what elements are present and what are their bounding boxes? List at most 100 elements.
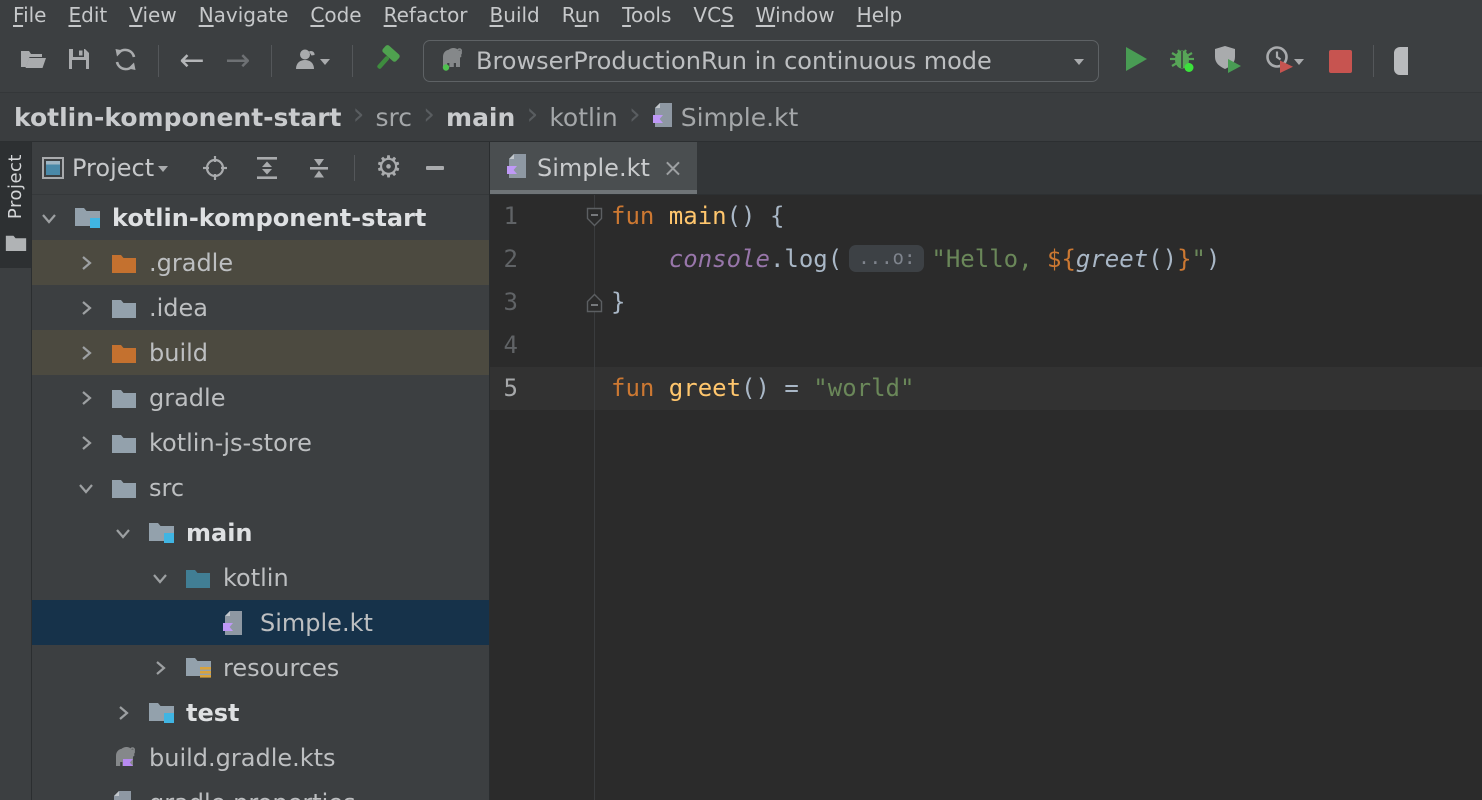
menu-file[interactable]: File <box>2 3 57 27</box>
parameter-hint-chip[interactable]: ...o: <box>849 245 924 272</box>
editor-area[interactable]: 1 2 3 4 5 fun main() { console.log(...o:… <box>490 195 1482 800</box>
editor-gutter[interactable]: 1 2 3 4 5 <box>490 195 595 800</box>
code-line-2: console.log(...o:"Hello, ${greet()}") <box>611 238 1482 281</box>
breadcrumb-separator-icon: › <box>353 100 365 134</box>
menu-navigate[interactable]: Navigate <box>188 3 300 27</box>
tree-item-gradle-properties[interactable]: gradle.properties <box>32 780 489 800</box>
tree-item-build-gradle-kts[interactable]: build.gradle.kts <box>32 735 489 780</box>
chevron-right-icon[interactable] <box>75 342 111 364</box>
debug-button[interactable] <box>1159 38 1205 84</box>
resources-folder-icon <box>185 655 219 680</box>
kotlin-file-icon <box>652 102 674 132</box>
menu-build[interactable]: Build <box>479 3 551 27</box>
profile-menu-button[interactable] <box>282 38 342 84</box>
gear-icon[interactable]: ⚙ <box>375 153 402 183</box>
tree-item-test[interactable]: test <box>32 690 489 735</box>
breadcrumb-file[interactable]: Simple.kt <box>652 102 799 132</box>
code-line-4 <box>611 324 1482 367</box>
play-icon <box>1124 46 1148 76</box>
bug-icon <box>1168 45 1196 77</box>
code-token: () = <box>741 374 813 402</box>
close-icon[interactable]: × <box>663 154 683 182</box>
code-token: fun <box>611 202 669 230</box>
chevron-down-icon[interactable] <box>75 477 111 499</box>
user-icon <box>294 47 320 75</box>
open-project-button[interactable] <box>10 38 56 84</box>
breadcrumb-src[interactable]: src <box>376 103 413 132</box>
stop-button[interactable] <box>1317 38 1363 84</box>
module-folder-icon <box>74 205 108 230</box>
breadcrumb: kotlin-komponent-start › src › main › ko… <box>0 92 1482 142</box>
tree-item-gradle-dot-folder[interactable]: .gradle <box>32 240 489 285</box>
collapse-all-button[interactable] <box>306 155 332 181</box>
fold-region-start-icon[interactable] <box>586 207 603 231</box>
run-configuration-select[interactable]: BrowserProductionRun in continuous mode <box>423 40 1099 82</box>
chevron-right-icon[interactable] <box>75 297 111 319</box>
code-token: ${ <box>1047 245 1076 273</box>
tree-item-resources[interactable]: resources <box>32 645 489 690</box>
forward-button[interactable]: → <box>215 38 261 84</box>
synchronize-button[interactable] <box>102 38 148 84</box>
tree-item-idea-folder[interactable]: .idea <box>32 285 489 330</box>
code-token: main <box>669 202 727 230</box>
clipped-toolbar-icon <box>1394 47 1408 75</box>
toolbar-separator <box>271 45 272 77</box>
run-button[interactable] <box>1113 38 1159 84</box>
profiler-button[interactable] <box>1251 38 1317 84</box>
expand-all-button[interactable] <box>254 155 280 181</box>
project-tree: kotlin-komponent-start .gradle .idea bui… <box>32 195 489 800</box>
menu-refactor[interactable]: Refactor <box>373 3 479 27</box>
chevron-down-icon[interactable] <box>38 207 74 229</box>
tree-item-main[interactable]: main <box>32 510 489 555</box>
code-line-1: fun main() { <box>611 195 1482 238</box>
menu-window[interactable]: Window <box>745 3 846 27</box>
tab-simple-kt[interactable]: Simple.kt × <box>490 142 697 194</box>
run-configuration-label: BrowserProductionRun in continuous mode <box>476 47 1064 75</box>
project-tool-window-tab[interactable]: Project <box>0 142 31 268</box>
tree-item-kotlin-sources[interactable]: kotlin <box>32 555 489 600</box>
excluded-folder-icon <box>111 342 145 364</box>
code-content[interactable]: fun main() { console.log(...o:"Hello, ${… <box>595 195 1482 800</box>
build-project-button[interactable] <box>363 38 409 84</box>
hide-panel-button[interactable] <box>426 166 444 170</box>
breadcrumb-main[interactable]: main <box>446 103 515 132</box>
back-button[interactable]: ← <box>169 38 215 84</box>
menu-run[interactable]: Run <box>551 3 611 27</box>
chevron-right-icon[interactable] <box>149 657 185 679</box>
project-panel-title[interactable]: Project <box>72 154 154 182</box>
stop-icon <box>1329 50 1352 73</box>
editor-tab-bar: Simple.kt × <box>490 142 1482 195</box>
menu-tools[interactable]: Tools <box>611 3 682 27</box>
code-token: fun <box>611 374 669 402</box>
code-token: } <box>611 288 625 316</box>
run-with-coverage-button[interactable] <box>1205 38 1251 84</box>
chevron-right-icon[interactable] <box>75 252 111 274</box>
locate-file-button[interactable] <box>202 155 228 181</box>
chevron-right-icon[interactable] <box>75 387 111 409</box>
tree-item-src[interactable]: src <box>32 465 489 510</box>
menu-code[interactable]: Code <box>299 3 372 27</box>
tree-item-project-root[interactable]: kotlin-komponent-start <box>32 195 489 240</box>
tree-item-simple-kt[interactable]: Simple.kt <box>32 600 489 645</box>
menu-view[interactable]: View <box>118 3 187 27</box>
tree-item-gradle-folder[interactable]: gradle <box>32 375 489 420</box>
breadcrumb-kotlin[interactable]: kotlin <box>549 103 617 132</box>
chevron-down-icon[interactable] <box>112 522 148 544</box>
chevron-down-icon[interactable] <box>149 567 185 589</box>
chevron-right-icon[interactable] <box>75 432 111 454</box>
menu-edit[interactable]: Edit <box>57 3 118 27</box>
breadcrumb-project[interactable]: kotlin-komponent-start <box>14 103 342 132</box>
chevron-right-icon[interactable] <box>112 702 148 724</box>
clock-play-icon <box>1264 45 1294 77</box>
save-all-button[interactable] <box>56 38 102 84</box>
toolbar-separator <box>352 45 353 77</box>
fold-region-end-icon[interactable] <box>586 293 603 317</box>
tree-item-build-folder[interactable]: build <box>32 330 489 375</box>
menu-vcs[interactable]: VCS <box>682 3 744 27</box>
chevron-down-icon[interactable] <box>158 166 168 177</box>
code-line-3: } <box>611 281 1482 324</box>
menu-help[interactable]: Help <box>846 3 914 27</box>
source-folder-icon <box>185 567 219 589</box>
code-token: () { <box>727 202 785 230</box>
tree-item-kotlin-js-store[interactable]: kotlin-js-store <box>32 420 489 465</box>
